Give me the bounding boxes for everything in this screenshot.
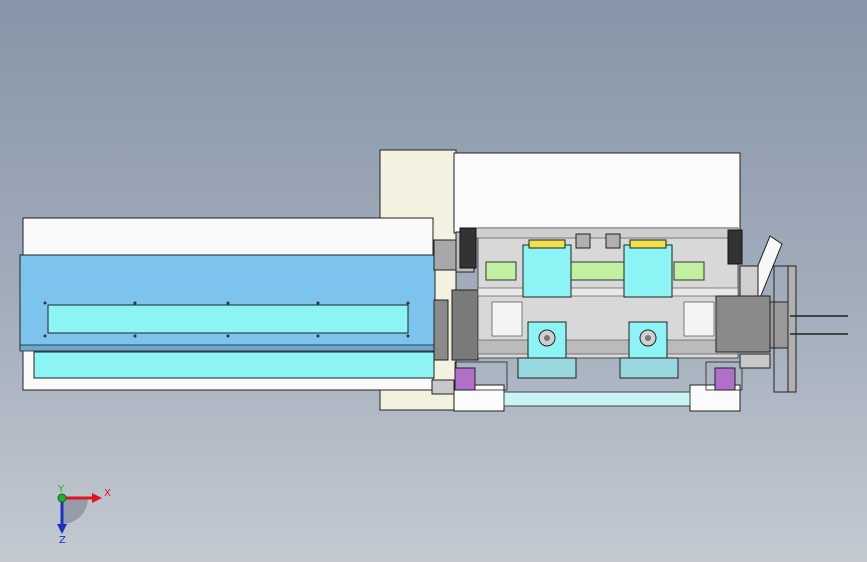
cad-viewport[interactable]: X Y Z	[0, 0, 867, 562]
x-axis-arrow	[92, 493, 102, 503]
assembly-core	[454, 227, 743, 391]
y-axis-label: Y	[57, 484, 65, 495]
z-axis-arrow	[57, 524, 67, 534]
x-axis-label: X	[104, 488, 111, 499]
machine-top-view[interactable]: X Y Z	[0, 0, 867, 562]
z-axis-label: Z	[59, 535, 66, 546]
y-axis-point	[57, 493, 67, 503]
axis-triad: X Y Z	[57, 484, 111, 546]
conveyor-module	[19, 217, 436, 391]
